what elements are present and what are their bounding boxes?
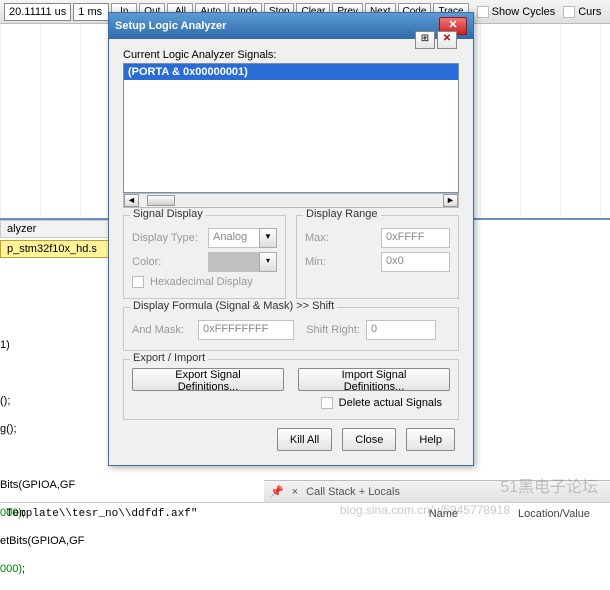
kill-all-button[interactable]: Kill All — [277, 428, 332, 451]
export-group: Export / Import Export Signal Definition… — [123, 359, 459, 420]
max-label: Max: — [305, 232, 375, 244]
chevron-down-icon[interactable]: ▼ — [259, 228, 277, 248]
hex-display-label: Hexadecimal Display — [150, 276, 253, 288]
display-type-value: Analog — [208, 228, 259, 248]
hex-display-check[interactable] — [132, 276, 144, 288]
delete-signals-label: Delete actual Signals — [339, 397, 442, 409]
dialog-title: Setup Logic Analyzer — [115, 20, 439, 32]
signal-display-legend: Signal Display — [130, 208, 206, 220]
cursor-check[interactable]: Curs — [563, 6, 601, 18]
color-swatch — [208, 252, 259, 272]
import-button[interactable]: Import Signal Definitions... — [298, 368, 450, 391]
callstack-title: Call Stack + Locals — [306, 486, 400, 498]
col-name: Name — [429, 508, 458, 520]
max-field[interactable]: 0xFFFF — [381, 228, 450, 248]
signals-hscroll[interactable]: ◄ ► — [123, 193, 459, 208]
time-field[interactable]: 20.11111 us — [4, 3, 71, 21]
add-signal-button[interactable]: ⊞ — [415, 31, 435, 49]
close-button[interactable]: Close — [342, 428, 396, 451]
display-type-label: Display Type: — [132, 232, 202, 244]
grid-field[interactable]: 1 ms — [73, 3, 109, 21]
shift-field[interactable]: 0 — [366, 320, 436, 340]
file-path: Template\\tesr_no\\ddfdf.axf" — [0, 508, 429, 520]
scroll-thumb[interactable] — [147, 195, 175, 206]
code-snippet: 1) (); g(); Bits(GPIOA,GF 000); etBits(G… — [0, 324, 124, 590]
export-button[interactable]: Export Signal Definitions... — [132, 368, 284, 391]
mask-field[interactable]: 0xFFFFFFFF — [198, 320, 294, 340]
min-field[interactable]: 0x0 — [381, 252, 450, 272]
mask-label: And Mask: — [132, 324, 192, 336]
formula-legend: Display Formula (Signal & Mask) >> Shift — [130, 300, 337, 312]
col-location: Location/Value — [518, 508, 590, 520]
signals-list[interactable]: (PORTA & 0x00000001) — [123, 63, 459, 193]
shift-label: Shift Right: — [300, 324, 360, 336]
scroll-right-icon[interactable]: ► — [443, 194, 458, 207]
panel-close-icon[interactable]: × — [292, 486, 298, 498]
scroll-left-icon[interactable]: ◄ — [124, 194, 139, 207]
show-cycles-label: Show Cycles — [492, 6, 556, 18]
signal-display-group: Signal Display Display Type: Analog ▼ Co… — [123, 215, 286, 299]
signal-row-selected[interactable]: (PORTA & 0x00000001) — [124, 64, 458, 80]
color-label: Color: — [132, 256, 202, 268]
help-button[interactable]: Help — [406, 428, 455, 451]
cursor-label: Curs — [578, 6, 601, 18]
bg-tabs: alyzer p_stm32f10x_hd.s — [0, 220, 124, 260]
callstack-header: 📌 × Call Stack + Locals — [264, 480, 610, 502]
show-cycles-check[interactable]: Show Cycles — [477, 6, 556, 18]
export-legend: Export / Import — [130, 352, 208, 364]
tab-analyzer[interactable]: alyzer — [0, 220, 124, 238]
color-dropdown-icon[interactable]: ▾ — [259, 252, 277, 272]
color-combo[interactable]: ▾ — [208, 252, 277, 272]
delete-signals-check[interactable] — [321, 397, 333, 409]
display-type-combo[interactable]: Analog ▼ — [208, 228, 277, 248]
tab-file[interactable]: p_stm32f10x_hd.s — [0, 240, 124, 258]
display-range-group: Display Range Max: 0xFFFF Min: 0x0 — [296, 215, 459, 299]
setup-logic-analyzer-dialog: Setup Logic Analyzer ✕ Current Logic Ana… — [108, 12, 474, 466]
remove-signal-button[interactable]: ✕ — [437, 31, 457, 49]
pin-icon[interactable]: 📌 — [270, 485, 284, 498]
footer-bar: Template\\tesr_no\\ddfdf.axf" Name Locat… — [0, 502, 610, 524]
display-range-legend: Display Range — [303, 208, 381, 220]
formula-group: Display Formula (Signal & Mask) >> Shift… — [123, 307, 459, 351]
min-label: Min: — [305, 256, 375, 268]
signals-label: Current Logic Analyzer Signals: — [123, 49, 459, 61]
